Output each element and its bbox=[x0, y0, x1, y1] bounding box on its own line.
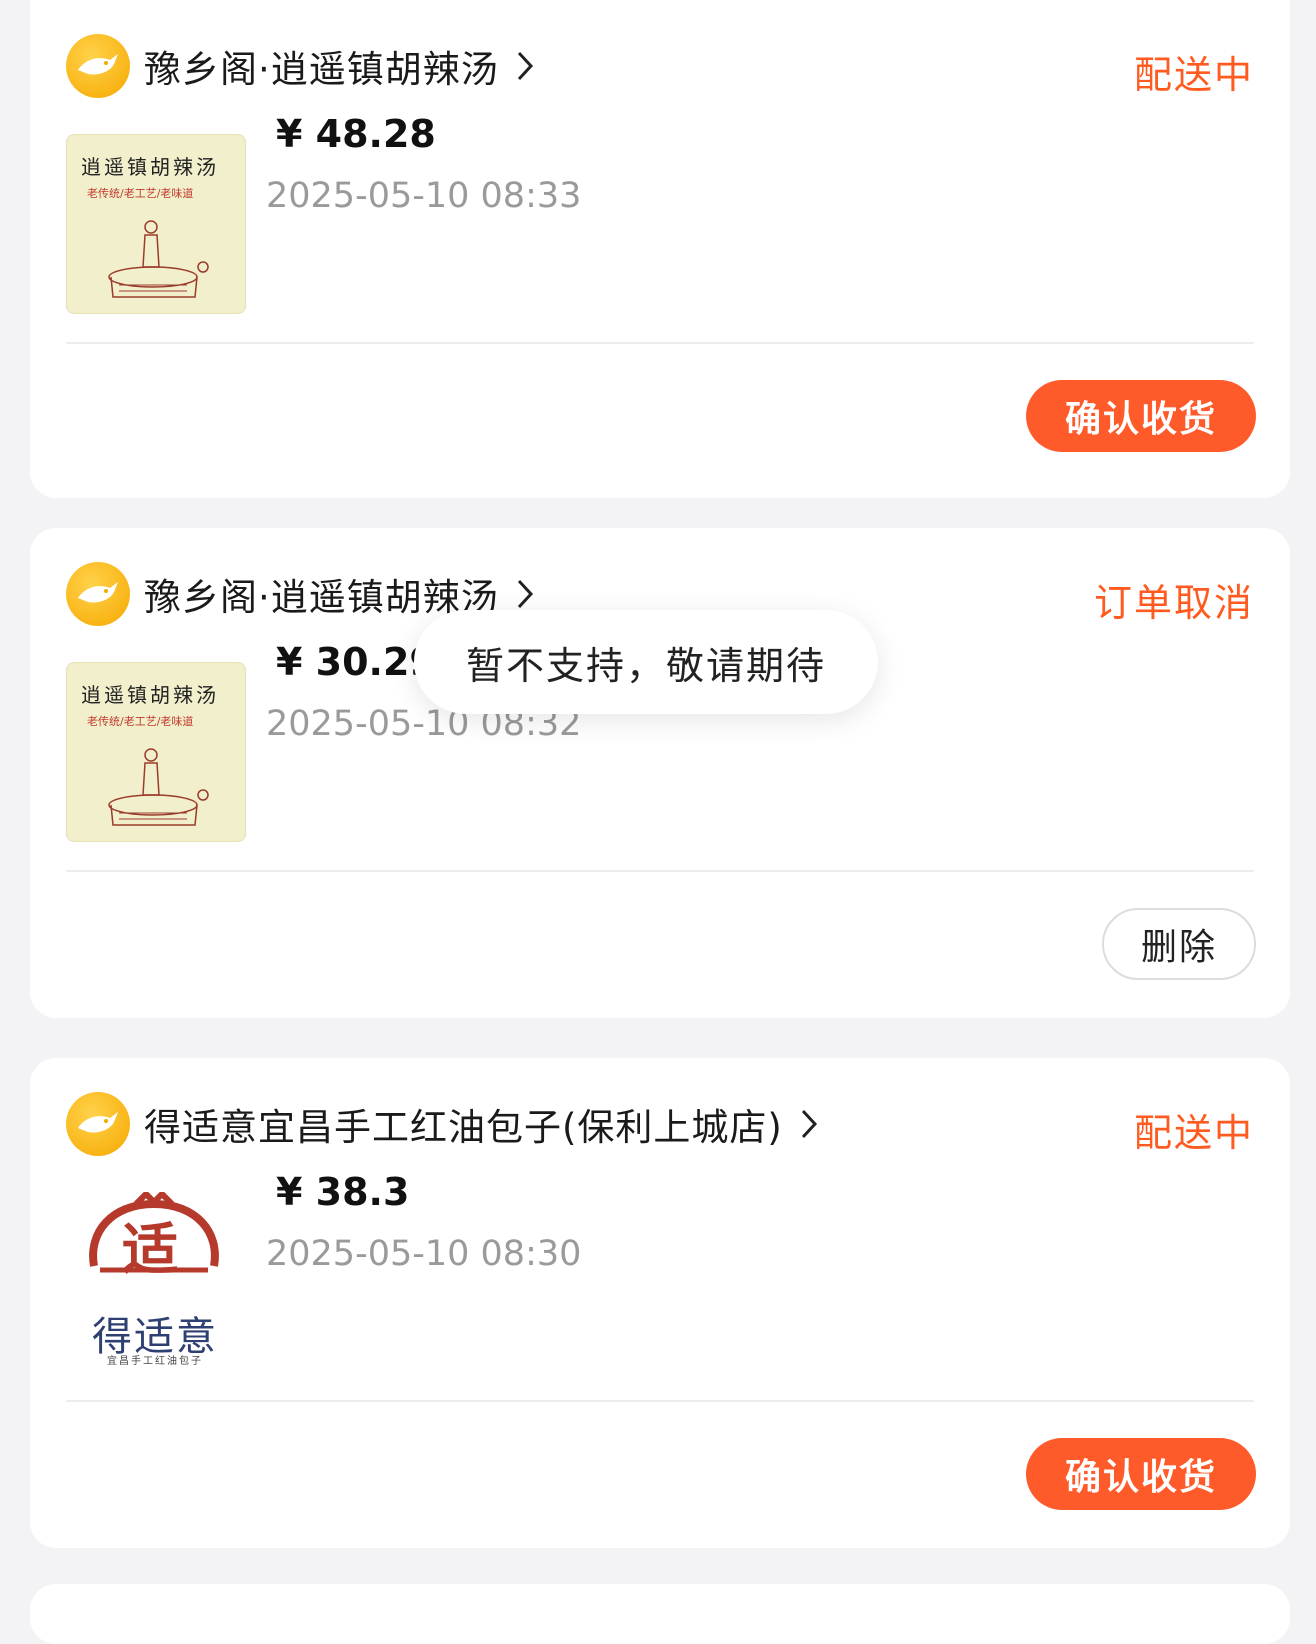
chevron-right-icon[interactable] bbox=[515, 578, 535, 610]
confirm-receipt-button[interactable]: 确认收货 bbox=[1026, 380, 1256, 452]
thumb-title: 逍遥镇胡辣汤 bbox=[81, 683, 219, 707]
baozi-logo-char: 适 bbox=[122, 1217, 178, 1283]
order-status: 订单取消 bbox=[1093, 581, 1254, 625]
shop-header[interactable]: 豫乡阁·逍遥镇胡辣汤 配送中 bbox=[66, 34, 1254, 98]
confirm-receipt-button[interactable]: 确认收货 bbox=[1026, 1438, 1256, 1510]
rabbit-logo-icon bbox=[66, 1092, 130, 1156]
order-time: 2025-05-10 08:30 bbox=[266, 1234, 582, 1274]
order-card[interactable]: 得适意宜昌手工红油包子(保利上城店) 配送中 适 得适意 宜昌手工红油包子 ¥ … bbox=[30, 1058, 1290, 1548]
product-thumbnail[interactable]: 适 得适意 宜昌手工红油包子 bbox=[66, 1192, 244, 1370]
product-thumbnail[interactable]: 逍遥镇胡辣汤 老传统/老工艺/老味道 bbox=[66, 134, 246, 314]
rabbit-logo-icon bbox=[66, 34, 130, 98]
shop-name[interactable]: 豫乡阁·逍遥镇胡辣汤 bbox=[144, 39, 499, 93]
order-status: 配送中 bbox=[1133, 53, 1254, 97]
rabbit-logo-icon bbox=[66, 562, 130, 626]
order-time: 2025-05-10 08:33 bbox=[266, 176, 582, 216]
order-status: 配送中 bbox=[1133, 1111, 1254, 1155]
order-card-partial[interactable] bbox=[30, 1584, 1290, 1644]
shop-header[interactable]: 得适意宜昌手工红油包子(保利上城店) 配送中 bbox=[66, 1092, 1254, 1156]
order-price: ¥ 30.29 bbox=[276, 640, 436, 684]
thumb-subtitle: 老传统/老工艺/老味道 bbox=[87, 715, 194, 728]
divider bbox=[66, 1400, 1254, 1402]
divider bbox=[66, 342, 1254, 344]
soup-illustration bbox=[108, 748, 209, 826]
thumb-title: 逍遥镇胡辣汤 bbox=[81, 155, 219, 179]
chevron-right-icon[interactable] bbox=[799, 1108, 819, 1140]
soup-illustration bbox=[108, 220, 209, 298]
thumb-subtitle: 宜昌手工红油包子 bbox=[107, 1356, 203, 1367]
shop-name[interactable]: 得适意宜昌手工红油包子(保利上城店) bbox=[144, 1097, 783, 1151]
toast-message: 暂不支持，敬请期待 bbox=[414, 610, 878, 714]
chevron-right-icon[interactable] bbox=[515, 50, 535, 82]
order-price: ¥ 48.28 bbox=[276, 112, 436, 156]
product-thumbnail[interactable]: 逍遥镇胡辣汤 老传统/老工艺/老味道 bbox=[66, 662, 246, 842]
order-price: ¥ 38.3 bbox=[276, 1170, 410, 1214]
order-card[interactable]: 豫乡阁·逍遥镇胡辣汤 订单取消 逍遥镇胡辣汤 老传统/老工艺/老味道 ¥ 30.… bbox=[30, 528, 1290, 1018]
divider bbox=[66, 870, 1254, 872]
delete-button[interactable]: 删除 bbox=[1102, 908, 1256, 980]
order-card[interactable]: 豫乡阁·逍遥镇胡辣汤 配送中 逍遥镇胡辣汤 老传统/老工艺/老味道 ¥ 48.2… bbox=[30, 0, 1290, 498]
thumb-subtitle: 老传统/老工艺/老味道 bbox=[87, 187, 194, 200]
